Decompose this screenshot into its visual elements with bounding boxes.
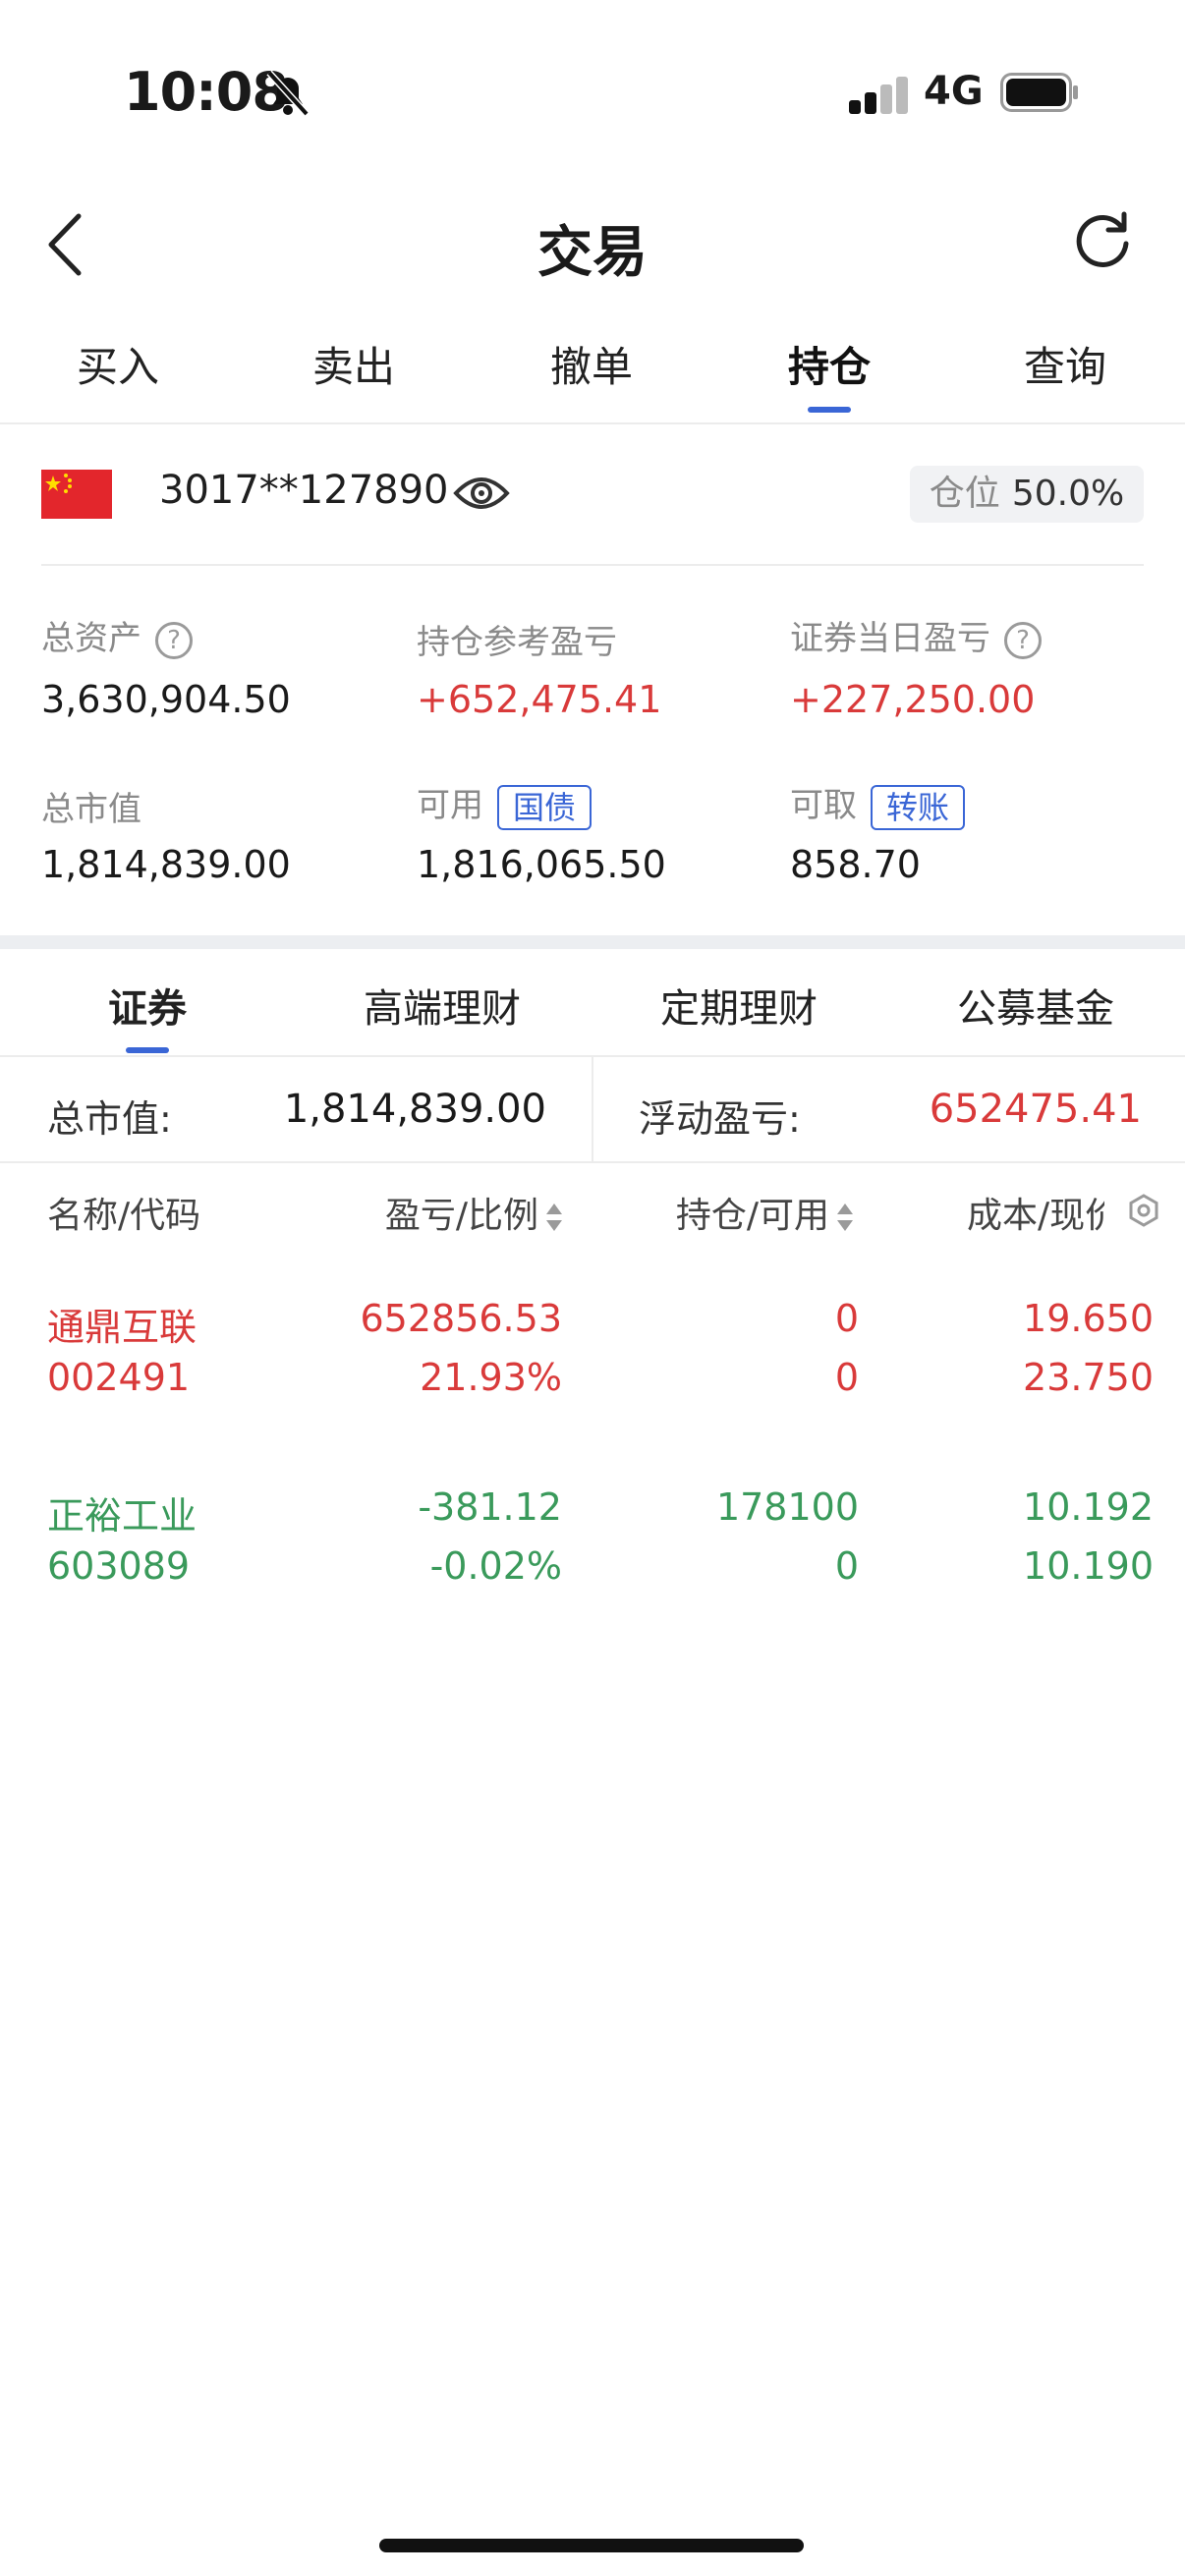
withdrawable-label-row: 可取 转账 <box>790 778 966 830</box>
divider <box>0 1161 1185 1163</box>
position-value: 50.0% <box>1011 474 1125 514</box>
stock-available: 0 <box>834 1544 859 1588</box>
stock-code: 002491 <box>47 1356 191 1399</box>
stock-pnl-ratio: -0.02% <box>429 1544 562 1588</box>
stock-available: 0 <box>834 1356 859 1399</box>
total-assets-value: 3,630,904.50 <box>41 678 291 721</box>
col-header-holding-label: 持仓/可用 <box>675 1196 829 1236</box>
subtab-securities[interactable]: 证券 <box>0 977 295 1034</box>
table-row[interactable]: 通鼎互联 002491 652856.53 21.93% 0 0 19.650 … <box>0 1277 1185 1415</box>
stock-name: 通鼎互联 <box>47 1306 198 1349</box>
stock-cost: 10.192 <box>1023 1485 1154 1529</box>
col-header-cost: 成本/现价 <box>967 1196 1104 1236</box>
tab-indicator <box>808 407 851 413</box>
stock-cost: 19.650 <box>1023 1297 1154 1340</box>
total-assets-label: 总资产 <box>41 619 141 658</box>
divider <box>0 422 1185 424</box>
total-assets-label-row: 总资产? <box>41 611 193 659</box>
signal-icon <box>849 75 908 114</box>
summary-float-pnl-label: 浮动盈亏: <box>639 1097 801 1141</box>
account-number: 3017**127890 <box>159 468 449 513</box>
stock-code: 603089 <box>47 1544 191 1588</box>
available-value: 1,816,065.50 <box>417 843 666 886</box>
divider <box>41 564 1144 566</box>
position-label: 仓位 <box>929 474 1000 514</box>
refresh-icon[interactable] <box>1071 208 1134 271</box>
bell-muted-icon <box>266 70 310 117</box>
help-icon[interactable]: ? <box>1004 621 1042 659</box>
col-header-pnl-label: 盈亏/比例 <box>384 1196 538 1236</box>
transfer-tag[interactable]: 转账 <box>871 784 966 830</box>
daily-pnl-label-row: 证券当日盈亏? <box>790 611 1042 659</box>
status-time: 10:08 <box>124 61 289 123</box>
withdrawable-value: 858.70 <box>790 843 921 886</box>
position-ratio-badge: 仓位 50.0% <box>910 466 1144 523</box>
section-separator <box>0 935 1185 949</box>
col-header-name: 名称/代码 <box>47 1196 201 1236</box>
daily-pnl-value: +227,250.00 <box>790 678 1036 721</box>
holding-pnl-label: 持仓参考盈亏 <box>417 623 617 662</box>
col-header-pnl[interactable]: 盈亏/比例 <box>295 1187 562 1238</box>
tab-buy[interactable]: 买入 <box>20 334 216 394</box>
subtab-indicator <box>126 1047 169 1053</box>
page-title: 交易 <box>537 221 648 285</box>
battery-icon <box>1000 73 1078 112</box>
stock-pnl-ratio: 21.93% <box>420 1356 562 1399</box>
table-row[interactable]: 正裕工业 603089 -381.12 -0.02% 178100 0 10.1… <box>0 1466 1185 1603</box>
help-icon[interactable]: ? <box>155 621 193 659</box>
tab-cancel[interactable]: 撤单 <box>493 334 690 394</box>
withdrawable-label: 可取 <box>790 786 857 825</box>
sort-icon <box>837 1204 853 1231</box>
settings-hexagon-icon[interactable] <box>1126 1193 1161 1228</box>
divider <box>592 1055 593 1163</box>
holding-pnl-value: +652,475.41 <box>417 678 662 721</box>
home-indicator[interactable] <box>379 2539 804 2552</box>
sort-icon <box>546 1204 562 1231</box>
subtab-fixed-term-wealth[interactable]: 定期理财 <box>592 977 886 1034</box>
subtab-public-funds[interactable]: 公募基金 <box>888 977 1183 1034</box>
market-value-value: 1,814,839.00 <box>41 843 291 886</box>
stock-price: 10.190 <box>1023 1544 1154 1588</box>
market-value-label: 总市值 <box>41 790 141 829</box>
stock-holding: 0 <box>834 1297 859 1340</box>
available-label-row: 可用 国债 <box>417 778 592 830</box>
summary-market-value: 1,814,839.00 <box>283 1087 546 1132</box>
treasury-bond-tag[interactable]: 国债 <box>497 784 592 830</box>
summary-float-pnl: 652475.41 <box>929 1087 1142 1132</box>
stock-price: 23.750 <box>1023 1356 1154 1399</box>
stock-holding: 178100 <box>715 1485 859 1529</box>
stock-pnl: 652856.53 <box>360 1297 563 1340</box>
available-label: 可用 <box>417 786 483 825</box>
tab-query[interactable]: 查询 <box>967 334 1163 394</box>
summary-market-value-label: 总市值: <box>47 1097 172 1141</box>
subtab-premium-wealth[interactable]: 高端理财 <box>295 977 590 1034</box>
col-header-holding[interactable]: 持仓/可用 <box>590 1187 853 1238</box>
daily-pnl-label: 证券当日盈亏 <box>790 619 990 658</box>
eye-icon[interactable] <box>452 470 511 517</box>
network-type: 4G <box>924 69 984 114</box>
china-flag-icon <box>41 470 112 519</box>
tab-sell[interactable]: 卖出 <box>255 334 452 394</box>
stock-name: 正裕工业 <box>47 1494 198 1538</box>
stock-pnl: -381.12 <box>418 1485 562 1529</box>
tab-positions[interactable]: 持仓 <box>731 334 928 394</box>
